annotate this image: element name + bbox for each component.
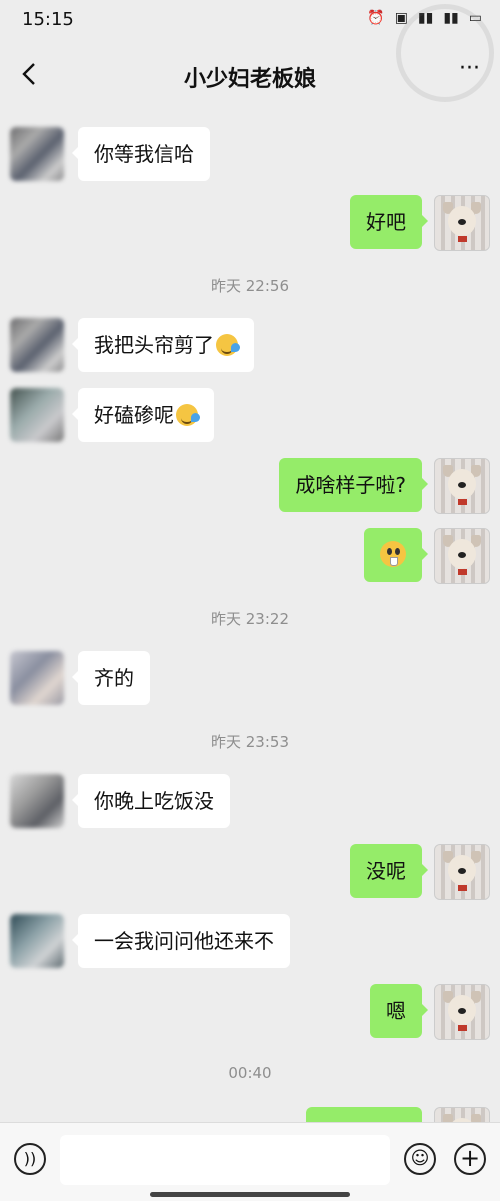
chat-header: 小少妇老板娘 ··· bbox=[0, 42, 500, 106]
voice-icon[interactable]: )) bbox=[14, 1143, 46, 1175]
message-text: 好磕碜呢 bbox=[94, 403, 174, 427]
emoji-icon[interactable]: ☺ bbox=[404, 1143, 436, 1175]
tears-of-joy-emoji bbox=[176, 404, 200, 426]
my-avatar[interactable] bbox=[434, 528, 490, 584]
tears-of-joy-emoji bbox=[216, 334, 240, 356]
message-bubble-received[interactable]: 好磕碜呢 bbox=[72, 388, 214, 442]
input-bar: )) ☺ + bbox=[0, 1122, 500, 1201]
shocked-fang-emoji bbox=[380, 541, 406, 567]
message-bubble-sent[interactable]: 好吧 bbox=[350, 195, 428, 249]
contact-avatar[interactable] bbox=[10, 388, 64, 442]
more-icon[interactable]: ··· bbox=[459, 56, 480, 81]
message-bubble-received[interactable]: 你等我信哈 bbox=[72, 127, 210, 181]
timestamp: 昨天 22:56 bbox=[211, 277, 289, 295]
message-bubble-sent[interactable]: 嗯 bbox=[370, 984, 428, 1038]
message-bubble-sent[interactable] bbox=[364, 528, 428, 582]
alarm-icon: ⏰ bbox=[367, 10, 385, 26]
message-bubble-received[interactable]: 你晚上吃饭没 bbox=[72, 774, 230, 828]
message-bubble-received[interactable]: 一会我问问他还来不 bbox=[72, 914, 290, 968]
my-avatar[interactable] bbox=[434, 984, 490, 1040]
my-avatar[interactable] bbox=[434, 844, 490, 900]
my-avatar[interactable] bbox=[434, 458, 490, 514]
message-bubble-sent[interactable]: 成啥样子啦? bbox=[279, 458, 428, 512]
contact-avatar[interactable] bbox=[10, 651, 64, 705]
chat-title: 小少妇老板娘 bbox=[183, 67, 316, 92]
message-bubble-sent[interactable]: 没呢 bbox=[350, 844, 428, 898]
home-indicator bbox=[150, 1192, 350, 1197]
my-avatar[interactable] bbox=[434, 195, 490, 251]
message-list[interactable]: 你等我信哈 好吧 昨天 22:56 我把头帘剪了 好磕碜呢 成啥样子啦? 昨天 … bbox=[0, 104, 500, 1122]
timestamp: 00:40 bbox=[228, 1064, 272, 1082]
status-time: 15:15 bbox=[22, 9, 74, 30]
message-text: 我把头帘剪了 bbox=[94, 333, 214, 357]
message-bubble-received[interactable]: 齐的 bbox=[72, 651, 150, 705]
contact-avatar[interactable] bbox=[10, 774, 64, 828]
message-bubble-received[interactable]: 我把头帘剪了 bbox=[72, 318, 254, 372]
my-avatar[interactable] bbox=[434, 1107, 490, 1122]
status-bar: 15:15 ⏰ ▣ ▮▮ ▮▮ ▭ bbox=[0, 0, 500, 102]
timestamp: 昨天 23:22 bbox=[211, 610, 289, 628]
message-bubble-sent[interactable] bbox=[306, 1107, 422, 1122]
message-input[interactable] bbox=[60, 1135, 390, 1185]
contact-avatar[interactable] bbox=[10, 914, 64, 968]
contact-avatar[interactable] bbox=[10, 318, 64, 372]
contact-avatar[interactable] bbox=[10, 127, 64, 181]
timestamp: 昨天 23:53 bbox=[211, 733, 289, 751]
plus-icon[interactable]: + bbox=[454, 1143, 486, 1175]
